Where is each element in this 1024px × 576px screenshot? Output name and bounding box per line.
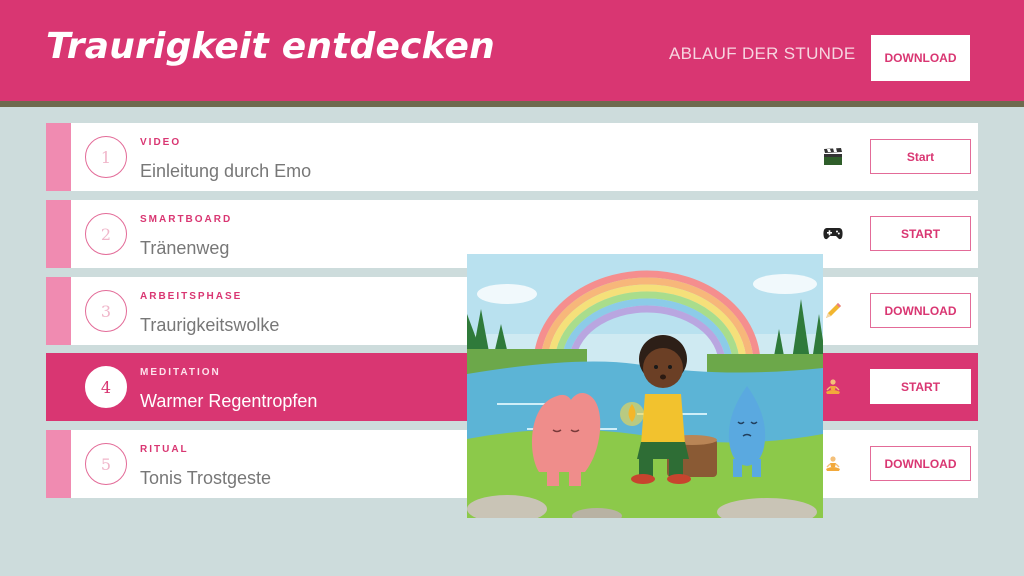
step-category: VIDEO <box>140 137 182 148</box>
step-category: MEDITATION <box>140 367 221 378</box>
step-name: Tonis Trostgeste <box>140 468 272 488</box>
clapperboard-icon <box>822 146 844 168</box>
row-accent-bar <box>46 123 71 191</box>
step-category: SMARTBOARD <box>140 214 233 225</box>
step-category: ARBEITSPHASE <box>140 291 243 302</box>
row-accent-bar <box>46 353 71 421</box>
step-number: 1 <box>85 136 127 178</box>
meditation-illustration <box>467 254 823 518</box>
step-start-button[interactable]: START <box>870 369 971 404</box>
header-download-button[interactable]: DOWNLOAD <box>871 35 970 81</box>
step-number: 3 <box>85 290 127 332</box>
pencil-icon <box>822 300 844 322</box>
step-category: RITUAL <box>140 444 189 455</box>
illustration-popup[interactable] <box>467 254 823 518</box>
step-name: Einleitung durch Emo <box>140 161 312 181</box>
row-accent-bar <box>46 200 71 268</box>
step-row[interactable]: 1 VIDEO Einleitung durch Emo Start <box>46 123 978 191</box>
meditation-icon <box>822 376 844 398</box>
header: Traurigkeit entdecken ABLAUF DER STUNDE … <box>0 0 1024 101</box>
header-divider <box>0 101 1024 107</box>
step-number: 4 <box>85 366 127 408</box>
gamepad-icon <box>822 223 844 245</box>
row-accent-bar <box>46 430 71 498</box>
step-name: Traurigkeitswolke <box>140 315 280 335</box>
step-start-button[interactable]: Start <box>870 139 971 174</box>
lesson-flow-label[interactable]: ABLAUF DER STUNDE <box>669 44 855 64</box>
step-name: Tränenweg <box>140 238 230 258</box>
step-start-button[interactable]: START <box>870 216 971 251</box>
step-name: Warmer Regentropfen <box>140 391 318 411</box>
step-download-button[interactable]: DOWNLOAD <box>870 293 971 328</box>
step-number: 2 <box>85 213 127 255</box>
step-number: 5 <box>85 443 127 485</box>
row-accent-bar <box>46 277 71 345</box>
step-download-button[interactable]: DOWNLOAD <box>870 446 971 481</box>
meditation-icon <box>822 453 844 475</box>
page-title: Traurigkeit entdecken <box>46 26 495 67</box>
